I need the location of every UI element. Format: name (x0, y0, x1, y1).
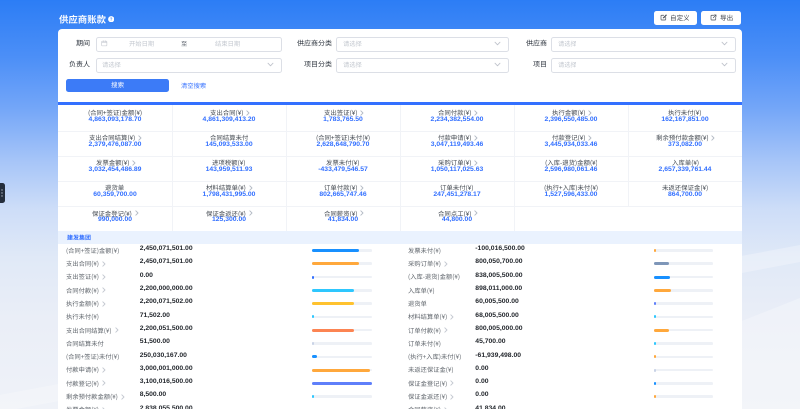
svg-text:?: ? (110, 16, 113, 21)
